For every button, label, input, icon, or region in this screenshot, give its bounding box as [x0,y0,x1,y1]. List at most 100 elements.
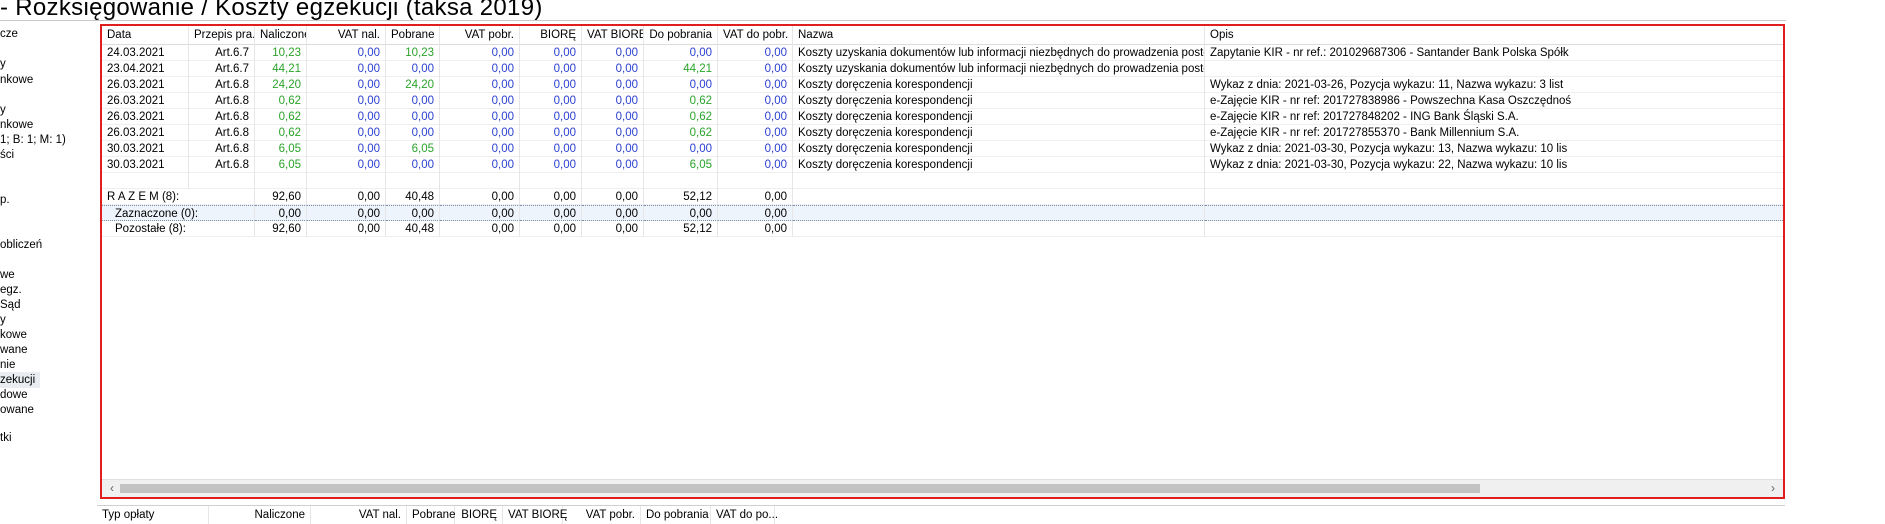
nav-item[interactable]: cze [0,26,18,42]
cell-do-pobrania: 0,00 [644,141,718,157]
summary-cell-vat-nal: 0,00 [307,189,386,205]
cell-empty [582,173,644,189]
bottom-column-header[interactable]: VAT nal. [311,506,407,524]
nav-item[interactable]: y [0,102,6,118]
nav-item[interactable]: 1; B: 1; M: 1) [0,132,66,148]
cell-do-pobrania: 0,62 [644,125,718,141]
left-navigation: cze y nkowe y nkowe 1; B: 1; M: 1) ści p. oblicz… [0,26,97,523]
table-row[interactable]: 30.03.2021 Art.6.8 6,05 0,00 6,05 0,00 0,00 0,0… [102,141,1783,157]
bottom-column-header[interactable]: Do pobrania [641,506,711,524]
nav-item[interactable]: obliczeń [0,237,42,253]
summary-total-row[interactable]: R A Z E M (8): 92,60 0,00 40,48 0,00 0,00 0,00… [102,189,1783,205]
bottom-column-header[interactable]: BIORĘ [455,506,503,524]
table-row[interactable]: 24.03.2021 Art.6.7 10,23 0,00 10,23 0,00 0,00 0… [102,45,1783,61]
nav-item[interactable]: kowe [0,327,27,343]
summary-cell-vat-biore: 0,00 [582,221,644,237]
cell-vat-biore: 0,00 [582,125,644,141]
cell-vat-do-pobr: 0,00 [718,125,793,141]
table-row[interactable]: 30.03.2021 Art.6.8 6,05 0,00 0,00 0,00 0,00 0,0… [102,157,1783,173]
column-header-vat-biore[interactable]: VAT BIORĘ [582,26,644,45]
cell-data: 26.03.2021 [102,77,189,93]
column-header-vat-do-pobr[interactable]: VAT do pobr. [718,26,793,45]
column-header-naliczone[interactable]: Naliczone [255,26,307,45]
summary-label: Zaznaczone (0): [102,205,255,221]
column-header-przepis[interactable]: Przepis pra... [189,26,255,45]
nav-item[interactable]: y [0,312,6,328]
column-header-nazwa[interactable]: Nazwa [793,26,1205,45]
cell-data: 26.03.2021 [102,125,189,141]
nav-item[interactable]: dowe [0,387,28,403]
column-header-biore[interactable]: BIORĘ [520,26,582,45]
cell-biore: 0,00 [520,141,582,157]
nav-item[interactable]: owane [0,402,34,418]
cell-vat-do-pobr: 0,00 [718,45,793,61]
scroll-left-icon[interactable]: ‹ [104,480,120,497]
nav-item[interactable]: nie [0,357,15,373]
column-header-data[interactable]: Data [102,26,189,45]
cell-do-pobrania: 0,62 [644,93,718,109]
nav-item[interactable]: p. [0,192,10,208]
cell-opis: Zapytanie KIR - nr ref.: 201029687306 - … [1205,45,1783,61]
cell-vat-pobr: 0,00 [440,125,520,141]
horizontal-scrollbar[interactable]: ‹ › [102,479,1783,497]
cell-empty [1205,205,1783,221]
cell-empty [1205,221,1783,237]
cell-empty [1205,173,1783,189]
table-row[interactable]: 26.03.2021 Art.6.8 0,62 0,00 0,00 0,00 0,00 0,0… [102,109,1783,125]
bottom-column-header[interactable]: VAT BIORĘ [503,506,567,524]
column-header-vat-nal[interactable]: VAT nal. [307,26,386,45]
nav-item[interactable]: ści [0,147,14,163]
cell-vat-biore: 0,00 [582,77,644,93]
nav-item[interactable]: zekucji [0,372,40,388]
nav-item[interactable]: y [0,56,6,72]
cell-vat-nal: 0,00 [307,77,386,93]
nav-item[interactable]: wane [0,342,28,358]
table-row[interactable]: 26.03.2021 Art.6.8 0,62 0,00 0,00 0,00 0,00 0,0… [102,125,1783,141]
table-header: Data Przepis pra... Naliczone VAT nal. Pobra… [102,26,1783,45]
summary-cell-do-pobrania: 0,00 [644,205,718,221]
cell-pobrane: 0,00 [386,157,440,173]
cell-empty [793,221,1205,237]
cell-vat-biore: 0,00 [582,109,644,125]
cell-empty [718,173,793,189]
bottom-column-header[interactable]: Typ opłaty [97,506,209,524]
scrollbar-thumb[interactable] [120,484,1480,493]
summary-label: Pozostałe (8): [102,221,255,237]
cell-naliczone: 0,62 [255,93,307,109]
column-header-pobrane[interactable]: Pobrane [386,26,440,45]
column-header-vat-pobr[interactable]: VAT pobr. [440,26,520,45]
summary-label: R A Z E M (8): [102,189,255,205]
cell-naliczone: 24,20 [255,77,307,93]
summary-remaining-row[interactable]: Pozostałe (8): 92,60 0,00 40,48 0,00 0,00 0,00… [102,221,1783,237]
column-header-opis[interactable]: Opis [1205,26,1783,45]
scroll-right-icon[interactable]: › [1765,480,1781,497]
bottom-column-header[interactable]: VAT pobr. [563,506,641,524]
table-row[interactable]: 26.03.2021 Art.6.8 0,62 0,00 0,00 0,00 0,00 0,0… [102,93,1783,109]
nav-item[interactable]: nkowe [0,117,33,133]
cell-przepis: Art.6.7 [189,45,255,61]
cell-vat-do-pobr: 0,00 [718,157,793,173]
cell-empty [793,189,1205,205]
nav-item[interactable]: egz. [0,282,22,298]
cell-vat-nal: 0,00 [307,61,386,77]
cell-vat-pobr: 0,00 [440,93,520,109]
column-header-do-pobrania[interactable]: Do pobrania [644,26,718,45]
cell-data: 30.03.2021 [102,141,189,157]
table-row[interactable]: 26.03.2021 Art.6.8 24,20 0,00 24,20 0,00 0,00 0… [102,77,1783,93]
cell-empty [520,173,582,189]
bottom-column-header[interactable]: Pobrane [407,506,455,524]
table-row-empty [102,173,1783,189]
cell-biore: 0,00 [520,157,582,173]
cell-data: 26.03.2021 [102,93,189,109]
table-row[interactable]: 23.04.2021 Art.6.7 44,21 0,00 0,00 0,00 0,00 0,… [102,61,1783,77]
cell-nazwa: Koszty doręczenia korespondencji [793,141,1205,157]
nav-item[interactable]: tki [0,430,12,446]
nav-item[interactable]: Sąd [0,297,20,313]
nav-item[interactable]: we [0,267,15,283]
bottom-column-header[interactable]: Naliczone [209,506,311,524]
nav-item[interactable]: nkowe [0,72,33,88]
bottom-column-header[interactable]: VAT do po... [711,506,778,524]
cell-przepis: Art.6.8 [189,157,255,173]
cell-nazwa: Koszty doręczenia korespondencji [793,93,1205,109]
summary-selected-row[interactable]: Zaznaczone (0): 0,00 0,00 0,00 0,00 0,00 0,00 0… [102,205,1783,221]
